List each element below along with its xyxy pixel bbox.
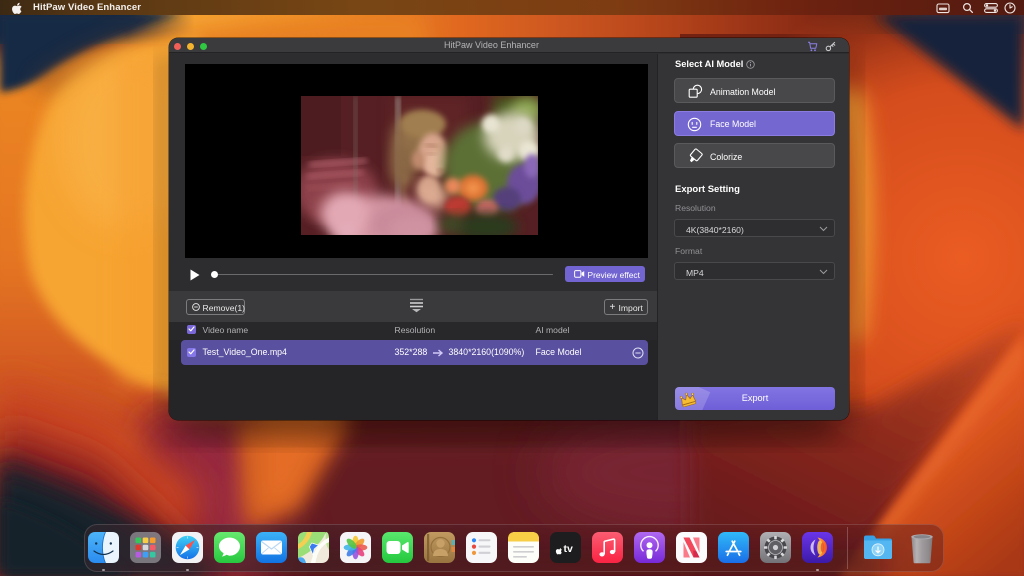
svg-text:tv: tv <box>563 543 572 555</box>
